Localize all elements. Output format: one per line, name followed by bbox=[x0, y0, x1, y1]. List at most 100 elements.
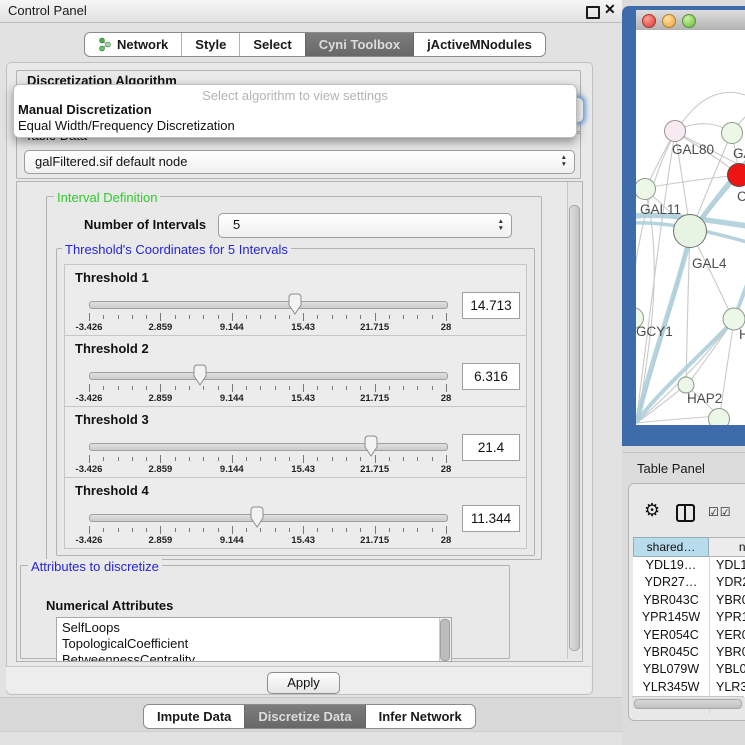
node-label-gal80: GAL80 bbox=[672, 142, 714, 157]
node-label-c-partial: C bbox=[737, 189, 745, 204]
network-graph: GAL80 GA C GAL11 GAL4 GCY1 H HAP2 bbox=[636, 30, 745, 425]
node-label-gcy1: GCY1 bbox=[636, 324, 673, 339]
table-row[interactable]: YDR27…YDR2 bbox=[633, 574, 745, 591]
checkbox-icons[interactable]: ☑☑ bbox=[708, 505, 732, 519]
network-canvas[interactable]: GAL80 GA C GAL11 GAL4 GCY1 H HAP2 bbox=[636, 30, 745, 425]
panel-divider[interactable] bbox=[622, 452, 745, 453]
control-panel-title: Control Panel bbox=[8, 3, 87, 18]
network-icon bbox=[98, 37, 112, 52]
table-row[interactable]: YBL079WYBL0 bbox=[633, 661, 745, 678]
node-gal80[interactable] bbox=[665, 121, 686, 142]
zoom-traffic-light-icon[interactable] bbox=[682, 14, 696, 28]
list-item[interactable]: SelfLoops bbox=[62, 620, 120, 635]
node-gal4[interactable] bbox=[674, 215, 707, 248]
column-layout-icon[interactable] bbox=[676, 504, 695, 522]
threshold-1-slider-thumb[interactable] bbox=[287, 293, 303, 315]
list-scrollbar[interactable] bbox=[439, 618, 451, 661]
apply-button[interactable]: Apply bbox=[267, 672, 340, 694]
threshold-4-panel: Threshold 4 -3.4262.8599.14415.4321.7152… bbox=[64, 477, 527, 549]
table-row[interactable]: YBR045CYBR0 bbox=[633, 644, 745, 661]
node-label-hap2: HAP2 bbox=[687, 391, 722, 406]
attributes-group-title: Attributes to discretize bbox=[28, 559, 162, 574]
table-row[interactable]: YPR145WYPR1 bbox=[633, 609, 745, 626]
slider-ticks bbox=[65, 526, 526, 535]
list-item[interactable]: TopologicalCoefficient bbox=[62, 636, 188, 651]
table-horizontal-scrollbar-thumb[interactable] bbox=[634, 699, 742, 709]
gear-icon[interactable]: ⚙ bbox=[644, 501, 660, 519]
node-label-gal4: GAL4 bbox=[692, 256, 727, 271]
threshold-2-value-field[interactable]: 6.316 bbox=[462, 363, 520, 390]
apply-row: Apply bbox=[6, 666, 591, 693]
threshold-3-panel: Threshold 3 -3.4262.8599.14415.4321.7152… bbox=[64, 406, 527, 478]
numerical-attributes-list: SelfLoops TopologicalCoefficient Between… bbox=[56, 617, 452, 662]
algorithm-popup-hint: Select algorithm to view settings bbox=[14, 88, 576, 103]
threshold-4-value-field[interactable]: 11.344 bbox=[462, 505, 520, 532]
threshold-3-value-field[interactable]: 21.4 bbox=[462, 434, 520, 461]
algorithm-dropdown-popup: Select algorithm to view settings Manual… bbox=[13, 84, 577, 138]
threshold-3-slider-thumb[interactable] bbox=[363, 435, 379, 457]
slider-tick-labels: -3.4262.8599.14415.4321.71528 bbox=[65, 393, 526, 404]
combobox-spinner-icon: ▲▼ bbox=[561, 154, 567, 168]
application-window: Control Panel ✕ Network Style Select Cyn… bbox=[0, 0, 745, 745]
table-panel-title: Table Panel bbox=[637, 461, 705, 476]
slider-tick-labels: -3.4262.8599.14415.4321.71528 bbox=[65, 322, 526, 333]
table-body: YDL19…YDL1 YDR27…YDR2 YBR043CYBR0 YPR145… bbox=[633, 557, 745, 697]
close-traffic-light-icon[interactable] bbox=[642, 14, 656, 28]
table-row[interactable]: YBR043CYBR0 bbox=[633, 592, 745, 609]
control-panel-titlebar: Control Panel ✕ bbox=[0, 0, 622, 23]
node-label-gal11: GAL11 bbox=[640, 202, 681, 217]
tab-network[interactable]: Network bbox=[85, 33, 181, 56]
node-label-h-partial: H bbox=[739, 327, 745, 342]
tab-infer-network[interactable]: Infer Network bbox=[365, 705, 475, 728]
column-header-name[interactable]: na bbox=[709, 537, 745, 557]
table-header: shared… na bbox=[633, 537, 745, 557]
close-icon[interactable]: ✕ bbox=[604, 1, 616, 18]
number-of-intervals-label: Number of Intervals bbox=[84, 217, 206, 232]
tab-style[interactable]: Style bbox=[181, 33, 239, 56]
tab-select[interactable]: Select bbox=[239, 33, 304, 56]
table-row[interactable]: YLR345WYLR3 bbox=[633, 679, 745, 696]
threshold-2-slider-track[interactable] bbox=[89, 372, 448, 380]
threshold-4-slider-thumb[interactable] bbox=[249, 506, 265, 528]
table-horizontal-scrollbar[interactable] bbox=[632, 696, 744, 709]
slider-ticks bbox=[65, 313, 526, 322]
slider-ticks bbox=[65, 455, 526, 464]
network-window-titlebar[interactable] bbox=[636, 10, 745, 31]
node-partial-top-right[interactable] bbox=[722, 123, 743, 144]
slider-tick-labels: -3.4262.8599.14415.4321.71528 bbox=[65, 535, 526, 546]
node-gal11[interactable] bbox=[636, 179, 656, 200]
table-panel: ⚙ ☑☑ shared… na YDL19…YDL1 YDR27…YDR2 YB… bbox=[628, 483, 745, 721]
combobox-spinner-icon: ▲▼ bbox=[498, 218, 504, 232]
menu-item-equal-width-frequency[interactable]: Equal Width/Frequency Discretization bbox=[18, 118, 235, 133]
table-data-combobox[interactable]: galFiltered.sif default node ▲▼ bbox=[24, 150, 575, 174]
threshold-1-panel: Threshold 1 -3.4262.8599.14415.4321.7152… bbox=[64, 264, 527, 336]
node-bottom-partial[interactable] bbox=[709, 409, 730, 426]
bottom-tabbar: Impute Data Discretize Data Infer Networ… bbox=[143, 704, 476, 729]
number-of-intervals-combobox[interactable]: 5 ▲▼ bbox=[218, 213, 512, 238]
interval-definition-group-title: Interval Definition bbox=[54, 190, 160, 205]
threshold-1-slider-track[interactable] bbox=[89, 301, 448, 309]
settings-scrollbar[interactable] bbox=[567, 182, 581, 659]
tab-cyni-toolbox[interactable]: Cyni Toolbox bbox=[305, 33, 413, 56]
table-row[interactable]: YER054CYER0 bbox=[633, 627, 745, 644]
tab-impute-data[interactable]: Impute Data bbox=[144, 705, 244, 728]
float-window-icon[interactable] bbox=[586, 6, 600, 19]
tab-discretize-data[interactable]: Discretize Data bbox=[244, 705, 364, 728]
node-label-ga-partial: GA bbox=[733, 146, 745, 161]
threshold-2-panel: Threshold 2 -3.4262.8599.14415.4321.7152… bbox=[64, 335, 527, 407]
menu-item-manual-discretization[interactable]: Manual Discretization bbox=[18, 102, 152, 117]
numerical-attributes-label: Numerical Attributes bbox=[46, 598, 173, 613]
threshold-4-slider-track[interactable] bbox=[89, 514, 448, 522]
minimize-traffic-light-icon[interactable] bbox=[662, 14, 676, 28]
threshold-1-value-field[interactable]: 14.713 bbox=[462, 292, 520, 319]
slider-tick-labels: -3.4262.8599.14415.4321.71528 bbox=[65, 464, 526, 475]
node-red-selected[interactable] bbox=[728, 164, 745, 187]
threshold-2-slider-thumb[interactable] bbox=[192, 364, 208, 386]
slider-ticks bbox=[65, 384, 526, 393]
threshold-3-slider-track[interactable] bbox=[89, 443, 448, 451]
settings-scrollbar-thumb[interactable] bbox=[569, 205, 580, 651]
tab-jactivemnodules[interactable]: jActiveMNodules bbox=[413, 33, 545, 56]
list-item[interactable]: BetweennessCentrality bbox=[62, 652, 195, 662]
column-header-shared[interactable]: shared… bbox=[633, 537, 709, 557]
table-row[interactable]: YDL19…YDL1 bbox=[633, 557, 745, 574]
